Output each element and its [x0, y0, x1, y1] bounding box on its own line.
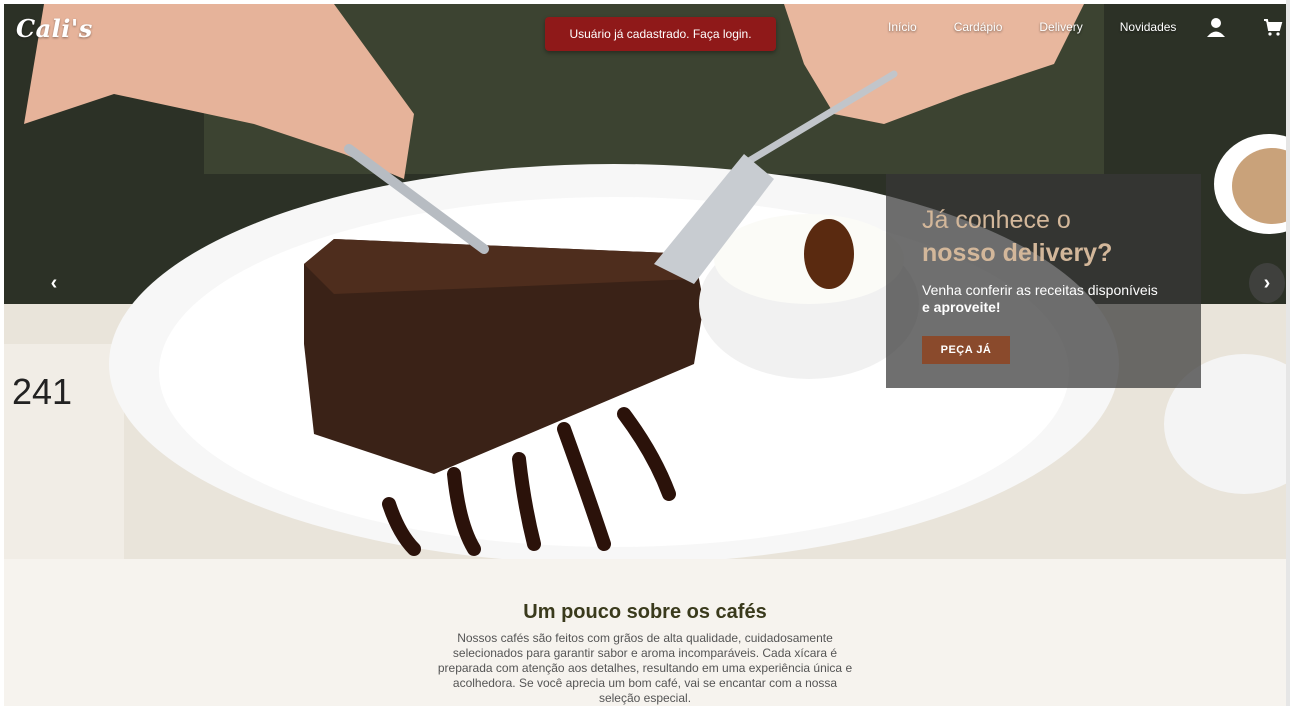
- promo-title-line2: nosso delivery?: [922, 239, 1113, 267]
- nav-link-inicio[interactable]: Início: [888, 20, 917, 34]
- scrollbar-track[interactable]: [1286, 0, 1290, 706]
- carousel-prev-button[interactable]: ‹: [36, 263, 72, 303]
- promo-text-line1: Venha conferir as receitas disponíveis: [922, 282, 1158, 298]
- nav-link-delivery[interactable]: Delivery: [1039, 20, 1082, 34]
- nav-link-novidades[interactable]: Novidades: [1120, 20, 1177, 34]
- about-title: Um pouco sobre os cafés: [523, 601, 767, 623]
- promo-title-line1: Já conhece o: [922, 206, 1071, 234]
- carousel-next-button[interactable]: ›: [1249, 263, 1285, 303]
- about-text: Nossos cafés são feitos com grãos de alt…: [437, 631, 853, 705]
- svg-text:241: 241: [12, 371, 72, 412]
- hero-carousel: 241 Cali's Usuário já cadastrado. Faça l…: [4, 4, 1286, 559]
- about-section: Um pouco sobre os cafés Nossos cafés são…: [4, 559, 1286, 706]
- cart-icon[interactable]: [1262, 16, 1284, 38]
- promo-text-line2: e aproveite!: [922, 299, 1001, 315]
- main-nav: Início Cardápio Delivery Novidades: [874, 20, 1213, 34]
- order-now-button[interactable]: PEÇA JÁ: [922, 336, 1010, 364]
- nav-link-cardapio[interactable]: Cardápio: [954, 20, 1003, 34]
- delivery-promo-card: Já conhece o nosso delivery? Venha confe…: [886, 174, 1201, 388]
- promo-text: Venha conferir as receitas disponíveis e…: [922, 282, 1165, 316]
- page: 241 Cali's Usuário já cadastrado. Faça l…: [0, 0, 1290, 706]
- user-icon[interactable]: [1205, 16, 1227, 38]
- brand-logo[interactable]: Cali's: [16, 14, 93, 43]
- alert-message: Usuário já cadastrado. Faça login.: [545, 17, 776, 51]
